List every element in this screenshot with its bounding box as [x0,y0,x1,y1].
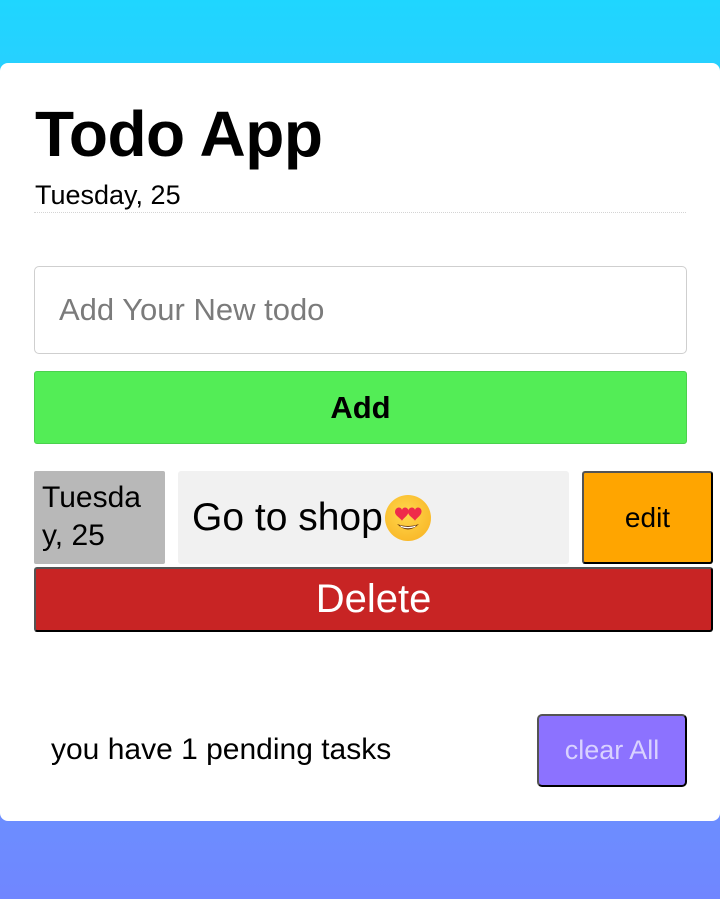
add-button[interactable]: Add [34,371,687,444]
todo-item-label: Go to shop [192,495,383,539]
heart-eyes-emoji-icon [384,494,431,541]
header-date: Tuesday, 25 [35,180,181,210]
edit-button[interactable]: edit [582,471,713,564]
todo-item-date: Tuesday, 25 [34,471,165,564]
page-title: Todo App [35,98,323,170]
todo-item-text: Go to shop [178,471,569,564]
delete-button[interactable]: Delete [34,567,713,632]
clear-all-button[interactable]: clear All [537,714,687,787]
header-divider [34,212,686,213]
new-todo-input[interactable] [34,266,687,354]
pending-tasks-count: you have 1 pending tasks [51,733,392,766]
app-background: { "app": { "title": "Todo App", "date": … [0,0,720,899]
